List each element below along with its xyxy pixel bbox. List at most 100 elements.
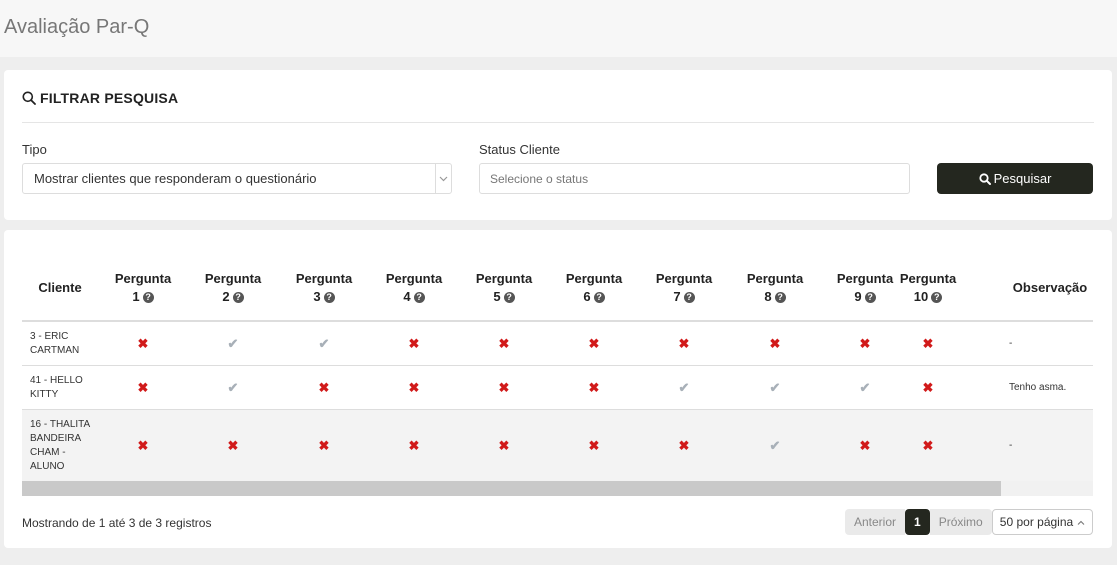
page-1-button[interactable]: 1 (905, 509, 930, 535)
col-client-label: Cliente (38, 280, 82, 295)
cross-icon: ✖ (678, 336, 690, 351)
filter-card: FILTRAR PESQUISA Tipo Mostrar clientes q… (4, 70, 1112, 220)
answer-cell: ✖ (123, 322, 163, 365)
status-input[interactable] (479, 163, 910, 194)
prev-page-button[interactable]: Anterior (845, 509, 906, 535)
cross-icon: ✖ (859, 336, 871, 351)
answer-cell: ✖ (845, 410, 885, 481)
answer-cell: ✖ (304, 410, 344, 481)
filter-heading: FILTRAR PESQUISA (22, 90, 178, 106)
check-icon: ✔ (859, 380, 871, 395)
answer-cell: ✖ (304, 366, 344, 409)
help-icon[interactable]: ? (413, 291, 425, 303)
question-number: 7 (673, 289, 681, 304)
answer-cell: ✖ (664, 410, 704, 481)
col-question-header: Pergunta 4? (374, 256, 454, 320)
per-page-value: 50 por página (999, 515, 1074, 529)
answer-cell: ✖ (394, 410, 434, 481)
cross-icon: ✖ (678, 438, 690, 453)
cross-icon: ✖ (498, 380, 510, 395)
table-body: 3 - ERIC CARTMAN ✖ ✔ ✔ ✖ ✖ ✖ ✖ ✖ ✖ ✖ - 41 - HELLO KI… (22, 322, 1093, 482)
check-icon: ✔ (227, 380, 239, 395)
observation-cell: Tenho asma. (1009, 382, 1067, 393)
col-question-header: Pergunta 7? (644, 256, 724, 320)
answer-cell: ✔ (304, 322, 344, 365)
question-word: Pergunta (204, 271, 262, 286)
col-question-header: Pergunta 1? (103, 256, 183, 320)
next-page-button[interactable]: Próximo (929, 509, 992, 535)
answer-cell: ✔ (213, 366, 253, 409)
col-question-header: Pergunta 8? (735, 256, 815, 320)
help-icon[interactable]: ? (323, 291, 335, 303)
col-question-header: Pergunta 10? (888, 256, 968, 320)
scrollbar-thumb[interactable] (22, 481, 1001, 496)
answer-cell: ✖ (845, 322, 885, 365)
results-table: Cliente Pergunta 1? Pergunta 2? Pergunta 3? Pe… (22, 256, 1093, 482)
question-number-line: 8? (764, 288, 786, 306)
observation-cell: - (1009, 440, 1013, 451)
help-icon[interactable]: ? (931, 291, 943, 303)
cross-icon: ✖ (318, 380, 330, 395)
col-question-header: Pergunta 2? (193, 256, 273, 320)
answer-cell: ✔ (755, 366, 795, 409)
check-icon: ✔ (227, 336, 239, 351)
table-header: Cliente Pergunta 1? Pergunta 2? Pergunta 3? Pe… (22, 256, 1093, 322)
observation-cell: - (1009, 338, 1013, 349)
help-icon[interactable]: ? (683, 291, 695, 303)
cross-icon: ✖ (137, 380, 149, 395)
question-word: Pergunta (114, 271, 172, 286)
answer-cell: ✖ (574, 410, 614, 481)
col-question-header: Pergunta 6? (554, 256, 634, 320)
col-obs-label: Observação (1012, 280, 1088, 295)
help-icon[interactable]: ? (503, 291, 515, 303)
answer-cell: ✖ (574, 322, 614, 365)
tipo-label: Tipo (22, 142, 47, 157)
horizontal-scrollbar[interactable] (22, 481, 1093, 496)
cross-icon: ✖ (859, 438, 871, 453)
per-page-select[interactable]: 50 por página (992, 509, 1093, 535)
cross-icon: ✖ (318, 438, 330, 453)
search-button[interactable]: Pesquisar (937, 163, 1093, 194)
tipo-select[interactable]: Mostrar clientes que responderam o quest… (22, 163, 452, 194)
question-word: Pergunta (565, 271, 623, 286)
table-row: 16 - THALITA BANDEIRA CHAM - ALUNO ✖ ✖ ✖ ✖ ✖ ✖… (22, 410, 1093, 482)
chevron-down-icon (435, 164, 451, 193)
question-number: 9 (854, 289, 862, 304)
search-button-label: Pesquisar (993, 171, 1052, 186)
question-number-line: 2? (222, 288, 244, 306)
question-word: Pergunta (385, 271, 443, 286)
cross-icon: ✖ (922, 438, 934, 453)
question-number: 10 (913, 289, 929, 304)
help-icon[interactable]: ? (142, 291, 154, 303)
question-number-line: 5? (493, 288, 515, 306)
col-obs-header: Observação (1007, 256, 1093, 320)
page-title: Avaliação Par-Q (4, 16, 150, 38)
question-number: 3 (313, 289, 321, 304)
answer-cell: ✖ (574, 366, 614, 409)
search-icon (22, 91, 36, 105)
cross-icon: ✖ (408, 438, 420, 453)
answer-cell: ✔ (755, 410, 795, 481)
tipo-select-value: Mostrar clientes que responderam o quest… (34, 171, 317, 186)
help-icon[interactable]: ? (593, 291, 605, 303)
results-card: Cliente Pergunta 1? Pergunta 2? Pergunta 3? Pe… (4, 230, 1112, 548)
divider (22, 122, 1094, 123)
answer-cell: ✖ (484, 322, 524, 365)
cross-icon: ✖ (588, 438, 600, 453)
client-cell: 3 - ERIC CARTMAN (30, 330, 80, 356)
help-icon[interactable]: ? (774, 291, 786, 303)
col-question-header: Pergunta 3? (284, 256, 364, 320)
question-number-line: 7? (673, 288, 695, 306)
help-icon[interactable]: ? (232, 291, 244, 303)
question-number: 8 (764, 289, 772, 304)
question-number: 1 (132, 289, 140, 304)
cross-icon: ✖ (922, 380, 934, 395)
help-icon[interactable]: ? (864, 291, 876, 303)
col-question-header: Pergunta 5? (464, 256, 544, 320)
client-cell: 41 - HELLO KITTY (30, 374, 83, 400)
cross-icon: ✖ (498, 438, 510, 453)
question-number-line: 3? (313, 288, 335, 306)
answer-cell: ✖ (755, 322, 795, 365)
cross-icon: ✖ (588, 336, 600, 351)
answer-cell: ✖ (908, 366, 948, 409)
